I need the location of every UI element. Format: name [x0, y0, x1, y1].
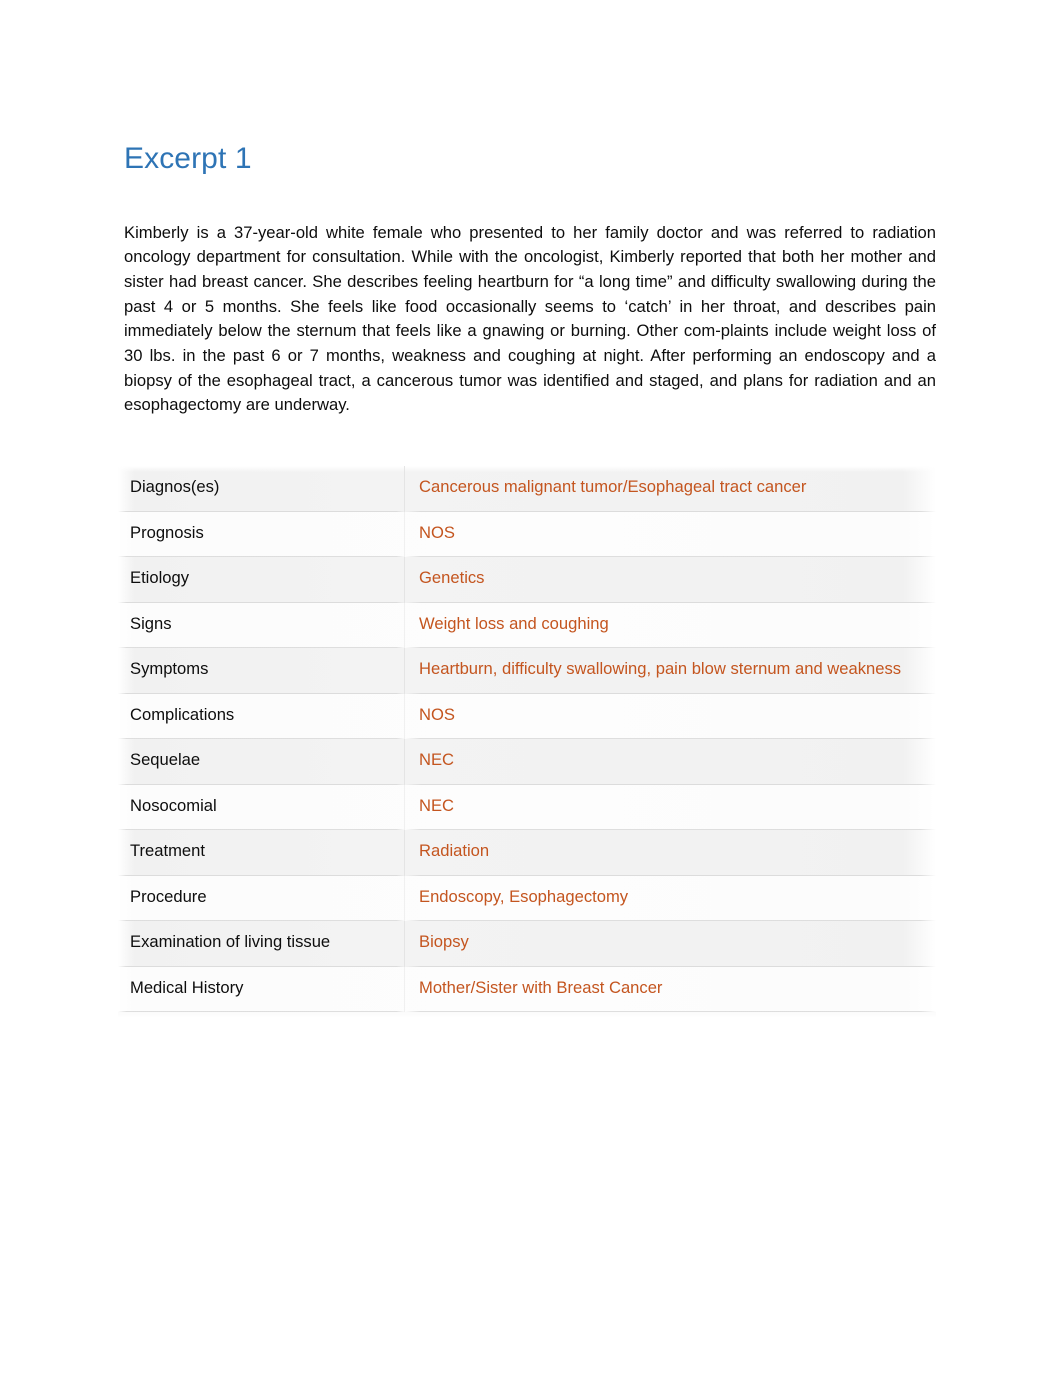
row-label: Signs [130, 613, 172, 633]
table-cell-label: Treatment [118, 830, 405, 876]
table-cell-value: Genetics [405, 557, 936, 603]
row-label: Complications [130, 704, 235, 724]
table-cell-label: Etiology [118, 557, 405, 603]
page-title: Excerpt 1 [124, 142, 252, 175]
table-cell-value: NOS [405, 694, 936, 740]
row-label: Etiology [130, 568, 190, 587]
table-cell-label: Signs [118, 602, 405, 649]
table-row: Nosocomial NEC [118, 784, 936, 831]
row-value: Biopsy [419, 932, 469, 951]
table-cell-label: Complications [118, 693, 405, 740]
table-cell-value: NEC [405, 785, 936, 831]
row-value: Endoscopy, Esophagectomy [419, 886, 629, 906]
table-row: Etiology Genetics [118, 557, 936, 603]
row-value: NEC [419, 750, 455, 769]
row-label: Diagnos(es) [130, 477, 220, 496]
row-value: Mother/Sister with Breast Cancer [419, 977, 663, 997]
case-narrative-paragraph: Kimberly is a 37-year-old white female w… [124, 222, 936, 415]
table-row: Complications NOS [118, 693, 936, 740]
table-cell-value: Endoscopy, Esophagectomy [405, 876, 936, 922]
table-row: Medical History Mother/Sister with Breas… [118, 966, 936, 1013]
table-cell-label: Symptoms [118, 648, 405, 694]
table-cell-value: Cancerous malignant tumor/Esophageal tra… [405, 466, 936, 512]
table-cell-value: NEC [405, 739, 936, 785]
row-label: Treatment [130, 841, 206, 860]
table-cell-value: NOS [405, 512, 936, 558]
row-value: NOS [419, 522, 455, 542]
row-label: Examination of living tissue [130, 932, 331, 951]
row-label: Symptoms [130, 659, 209, 678]
document-content: Excerpt 1 Kimberly is a 37-year-old whit… [124, 0, 936, 418]
table-cell-value: Weight loss and coughing [405, 603, 936, 649]
row-label: Prognosis [130, 522, 204, 542]
table-cell-label: Sequelae [118, 739, 405, 785]
table-cell-label: Examination of living tissue [118, 921, 405, 967]
table-bottom-feather [118, 1012, 936, 1018]
row-value: NEC [419, 795, 455, 815]
table-cell-value: Radiation [405, 830, 936, 876]
table-row: Procedure Endoscopy, Esophagectomy [118, 875, 936, 922]
table-cell-value: Mother/Sister with Breast Cancer [405, 967, 936, 1013]
row-value: Heartburn, difficulty swallowing, pain b… [419, 659, 902, 678]
table-row: Diagnos(es) Cancerous malignant tumor/Es… [118, 466, 936, 512]
row-value: Weight loss and coughing [419, 613, 609, 633]
document-page: Excerpt 1 Kimberly is a 37-year-old whit… [0, 0, 1062, 1376]
row-value: NOS [419, 704, 455, 724]
table-row: Signs Weight loss and coughing [118, 602, 936, 649]
table-cell-label: Procedure [118, 875, 405, 922]
row-label: Sequelae [130, 750, 201, 769]
table-row: Prognosis NOS [118, 511, 936, 558]
table-cell-label: Diagnos(es) [118, 466, 405, 512]
table-row: Symptoms Heartburn, difficulty swallowin… [118, 648, 936, 694]
row-label: Nosocomial [130, 795, 217, 815]
table-row: Examination of living tissue Biopsy [118, 921, 936, 967]
table-row: Sequelae NEC [118, 739, 936, 785]
clinical-summary-table: Diagnos(es) Cancerous malignant tumor/Es… [118, 466, 936, 1012]
table-body: Diagnos(es) Cancerous malignant tumor/Es… [118, 466, 936, 1012]
table-cell-value: Biopsy [405, 921, 936, 967]
row-value: Cancerous malignant tumor/Esophageal tra… [419, 477, 807, 496]
table-cell-value: Heartburn, difficulty swallowing, pain b… [405, 648, 936, 694]
table-cell-label: Prognosis [118, 511, 405, 558]
row-label: Procedure [130, 886, 207, 906]
row-value: Radiation [419, 841, 490, 860]
row-value: Genetics [419, 568, 485, 587]
clinical-summary-table-wrapper: Diagnos(es) Cancerous malignant tumor/Es… [118, 466, 936, 1018]
row-label: Medical History [130, 977, 244, 997]
table-cell-label: Medical History [118, 966, 405, 1013]
table-row: Treatment Radiation [118, 830, 936, 876]
table-cell-label: Nosocomial [118, 784, 405, 831]
